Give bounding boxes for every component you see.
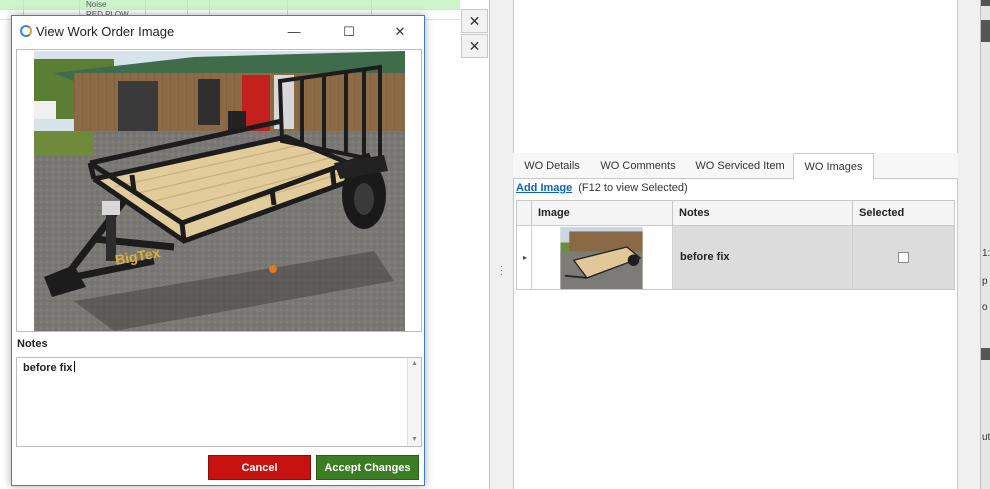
wo-images-grid: Image Notes Selected ▸ before fix [516, 200, 955, 290]
cancel-button[interactable]: Cancel [208, 455, 311, 480]
trailer-photo[interactable]: BigTex [34, 51, 405, 331]
close-button[interactable]: ✕ [380, 20, 420, 44]
wo-tab-strip: WO Details WO Comments WO Serviced Item … [513, 153, 958, 180]
edge-bar [981, 348, 990, 360]
add-image-row: Add Image (F12 to view Selected) [516, 181, 688, 195]
edge-text: o [982, 302, 988, 313]
notes-text: before fix [23, 361, 75, 374]
scroll-up-icon[interactable]: ▲ [411, 360, 418, 367]
image-viewer: BigTex [16, 49, 422, 332]
splitter-grip[interactable]: · · · [500, 262, 504, 279]
tab-wo-images[interactable]: WO Images [793, 153, 874, 180]
dialog-titlebar[interactable]: View Work Order Image — ☐ ✕ [12, 16, 424, 48]
selected-cell[interactable] [853, 226, 954, 289]
dialog-title: View Work Order Image [36, 24, 175, 39]
minimize-button[interactable]: — [274, 20, 314, 44]
app-icon [20, 25, 32, 37]
column-header-image[interactable]: Image [532, 201, 673, 226]
table-row[interactable]: ▸ before fix [517, 226, 954, 289]
edge-bar [981, 0, 990, 6]
close-icon: ✕ [468, 37, 481, 54]
notes-textarea[interactable]: before fix ▲ ▼ [16, 357, 422, 447]
tab-wo-details[interactable]: WO Details [517, 153, 587, 179]
notes-cell[interactable]: before fix [673, 226, 853, 289]
tab-wo-comments[interactable]: WO Comments [593, 153, 683, 179]
scroll-down-icon[interactable]: ▼ [411, 436, 418, 443]
close-icon: ✕ [468, 12, 481, 29]
side-strip [958, 0, 980, 489]
edge-bar [981, 20, 990, 42]
edge-text: ut [982, 432, 990, 443]
column-header-selected[interactable]: Selected [853, 201, 954, 226]
trailer-thumbnail[interactable] [560, 227, 643, 289]
edge-text: p [982, 276, 988, 287]
grid-row[interactable]: Noise [0, 0, 460, 10]
notes-label: Notes [17, 338, 48, 350]
view-work-order-image-dialog: View Work Order Image — ☐ ✕ BigTex Notes… [11, 15, 425, 486]
f12-hint: (F12 to view Selected) [578, 182, 688, 194]
add-image-link[interactable]: Add Image [516, 182, 572, 194]
grid-cell: Noise [80, 0, 146, 10]
adjacent-window-edge [980, 0, 990, 489]
selected-checkbox[interactable] [898, 252, 909, 263]
column-header-notes[interactable]: Notes [673, 201, 853, 226]
grid-header: Image Notes Selected [517, 201, 954, 226]
remove-row-button[interactable]: ✕ [461, 9, 488, 33]
maximize-button[interactable]: ☐ [329, 20, 369, 44]
tab-wo-serviced-item[interactable]: WO Serviced Item [689, 153, 791, 179]
image-thumbnail-cell[interactable] [532, 226, 673, 289]
row-indicator-icon: ▸ [523, 253, 528, 262]
notes-scrollbar[interactable]: ▲ ▼ [407, 358, 421, 446]
edge-text: 1: [982, 248, 990, 259]
accept-changes-button[interactable]: Accept Changes [316, 455, 419, 480]
remove-row-button[interactable]: ✕ [461, 34, 488, 58]
